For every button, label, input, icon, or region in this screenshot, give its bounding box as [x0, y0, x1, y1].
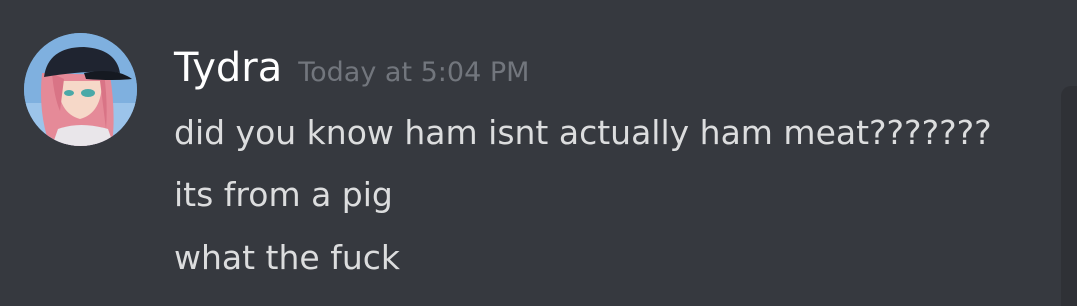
message-timestamp: Today at 5:04 PM [298, 57, 530, 88]
message-text: what the fuck [174, 238, 400, 277]
author-username[interactable]: Tydra [174, 45, 282, 91]
message-header: Tydra Today at 5:04 PM [174, 40, 529, 96]
user-avatar-icon[interactable] [24, 33, 137, 146]
message-group: Tydra Today at 5:04 PM did you know ham i… [0, 0, 1077, 306]
message-text: did you know ham isnt actually ham meat?… [174, 113, 992, 152]
message-text: its from a pig [174, 175, 393, 214]
scrollbar[interactable] [1061, 86, 1077, 306]
